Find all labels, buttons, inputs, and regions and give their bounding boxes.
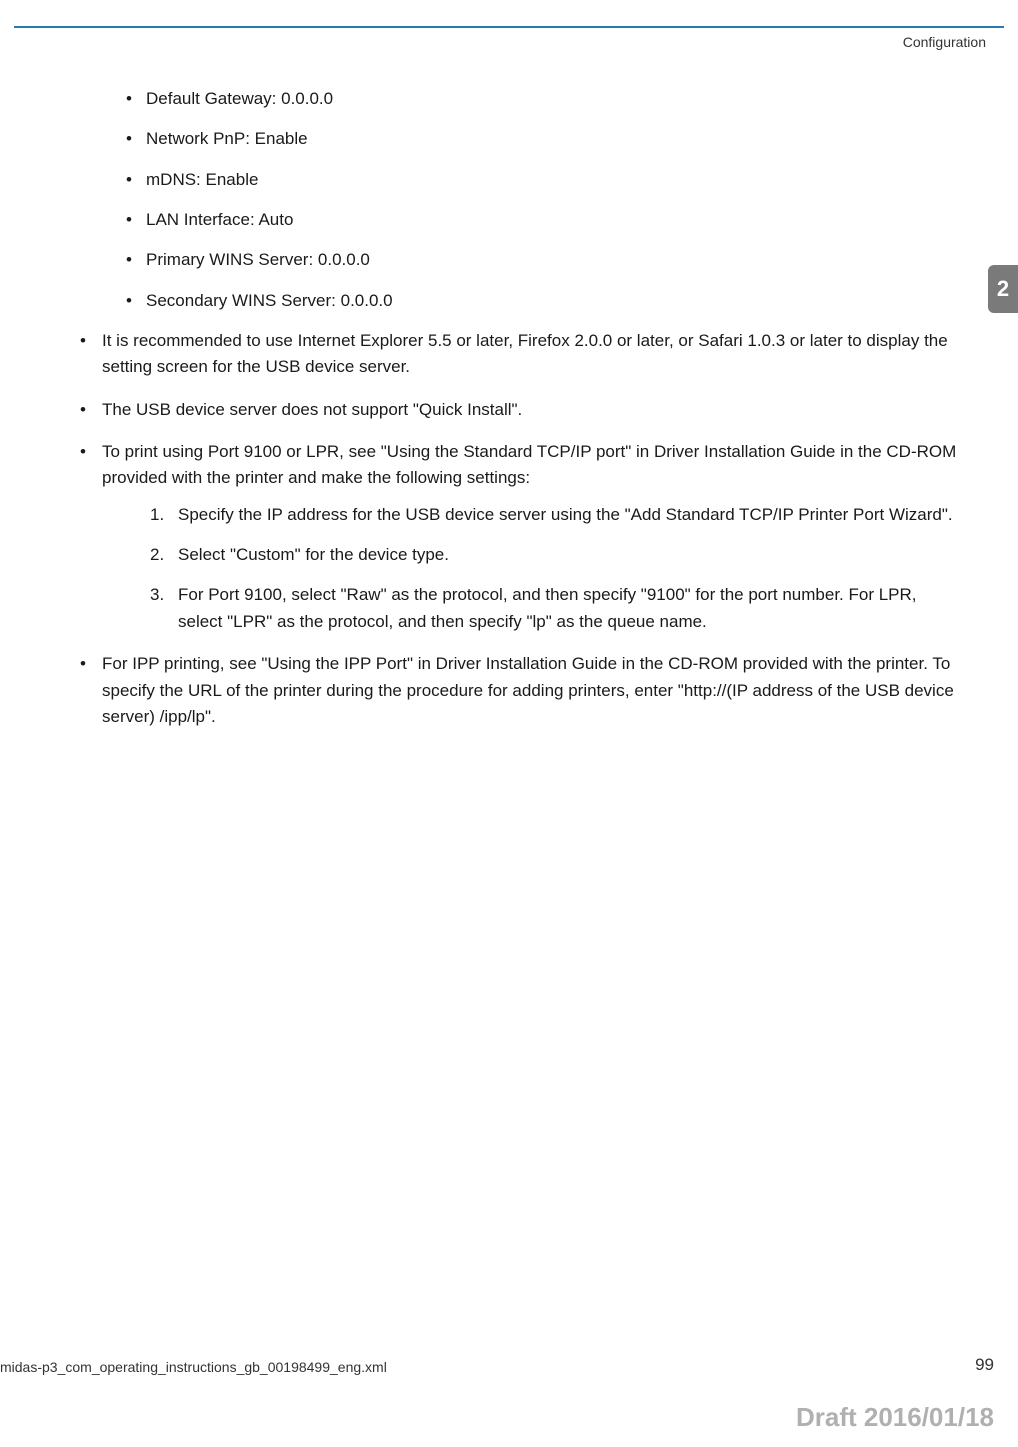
chapter-number: 2 xyxy=(997,276,1009,302)
list-item-text: To print using Port 9100 or LPR, see "Us… xyxy=(102,442,956,487)
inner-bullet-list: Default Gateway: 0.0.0.0 Network PnP: En… xyxy=(54,86,964,314)
page-container: Configuration 2 Default Gateway: 0.0.0.0… xyxy=(0,26,1018,1447)
outer-bullet-list: It is recommended to use Internet Explor… xyxy=(54,328,964,730)
list-item-text: mDNS: Enable xyxy=(146,170,258,189)
list-item: It is recommended to use Internet Explor… xyxy=(80,328,964,381)
list-number: 2. xyxy=(150,542,164,568)
list-item-text: The USB device server does not support "… xyxy=(102,400,522,419)
list-item-text: For Port 9100, select "Raw" as the proto… xyxy=(178,585,917,630)
list-item-text: Secondary WINS Server: 0.0.0.0 xyxy=(146,291,393,310)
list-item: Secondary WINS Server: 0.0.0.0 xyxy=(126,288,964,314)
list-item-text: Select "Custom" for the device type. xyxy=(178,545,449,564)
content-area: Default Gateway: 0.0.0.0 Network PnP: En… xyxy=(14,28,1004,730)
footer-page-number: 99 xyxy=(975,1355,994,1375)
footer-filename: midas-p3_com_operating_instructions_gb_0… xyxy=(0,1359,387,1375)
list-item-text: LAN Interface: Auto xyxy=(146,210,293,229)
list-item: To print using Port 9100 or LPR, see "Us… xyxy=(80,439,964,635)
list-item: Network PnP: Enable xyxy=(126,126,964,152)
list-item-text: Specify the IP address for the USB devic… xyxy=(178,505,953,524)
list-item-text: Primary WINS Server: 0.0.0.0 xyxy=(146,250,370,269)
list-item-text: It is recommended to use Internet Explor… xyxy=(102,331,948,376)
list-item: LAN Interface: Auto xyxy=(126,207,964,233)
list-item-text: Network PnP: Enable xyxy=(146,129,308,148)
list-item: Primary WINS Server: 0.0.0.0 xyxy=(126,247,964,273)
list-item: mDNS: Enable xyxy=(126,167,964,193)
list-number: 3. xyxy=(150,582,164,608)
section-header: Configuration xyxy=(903,34,986,50)
numbered-list: 1. Specify the IP address for the USB dev… xyxy=(102,502,964,635)
list-item-text: For IPP printing, see "Using the IPP Por… xyxy=(102,654,954,726)
list-item: 1. Specify the IP address for the USB dev… xyxy=(150,502,964,528)
list-item: The USB device server does not support "… xyxy=(80,397,964,423)
list-item: Default Gateway: 0.0.0.0 xyxy=(126,86,964,112)
draft-stamp: Draft 2016/01/18 xyxy=(796,1402,994,1433)
list-item-text: Default Gateway: 0.0.0.0 xyxy=(146,89,333,108)
list-item: 2. Select "Custom" for the device type. xyxy=(150,542,964,568)
list-number: 1. xyxy=(150,502,164,528)
chapter-tab: 2 xyxy=(988,265,1018,313)
list-item: 3. For Port 9100, select "Raw" as the pro… xyxy=(150,582,964,635)
list-item: For IPP printing, see "Using the IPP Por… xyxy=(80,651,964,730)
